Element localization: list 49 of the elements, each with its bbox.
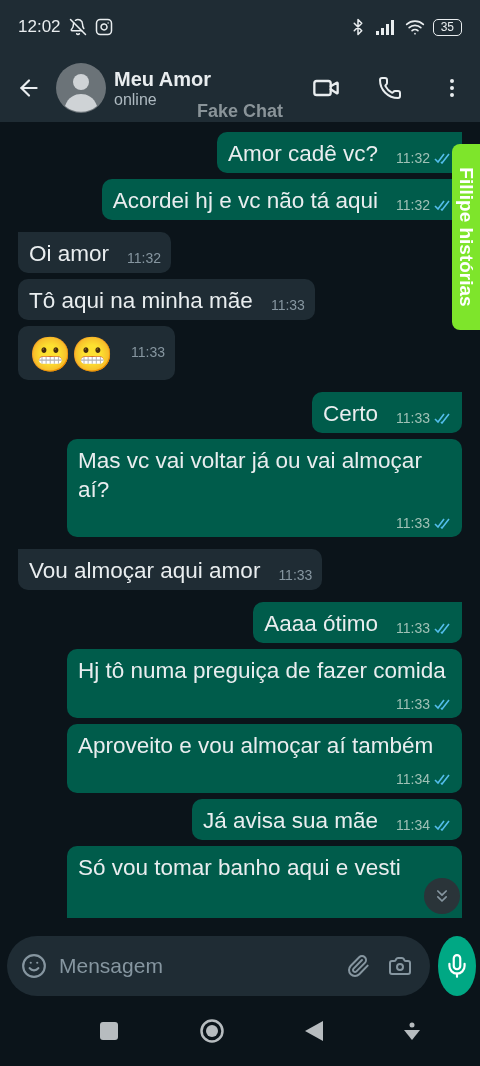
phone-icon[interactable]: [378, 76, 402, 100]
mic-button[interactable]: [438, 936, 476, 996]
contact-name[interactable]: Meu Amor: [114, 67, 280, 91]
double-check-icon: [434, 152, 452, 164]
message-time: 11:33: [396, 514, 452, 532]
message-time: 11:32: [396, 149, 452, 167]
message-time: 11:33: [396, 409, 452, 427]
message-text: Tô aqui na minha mãe: [29, 287, 253, 315]
status-time: 12:02: [18, 17, 61, 37]
message-time: 11:33: [396, 619, 452, 637]
message-time: 11:32: [127, 249, 161, 267]
double-check-icon: [434, 698, 452, 710]
instagram-icon: [94, 18, 113, 36]
message-input[interactable]: Mensagem: [57, 953, 332, 979]
contact-status: online: [114, 90, 158, 109]
message-text: Já avisa sua mãe: [202, 807, 378, 835]
message-time: 11:33: [278, 566, 313, 584]
message-text: Amor cadê vc?: [227, 140, 378, 168]
overlay-label: Fake Chat: [196, 101, 284, 122]
message-time: 11:34: [396, 770, 452, 788]
wifi-icon: [404, 17, 425, 37]
message-time: 11:33: [270, 296, 305, 314]
double-check-icon: [434, 199, 452, 211]
message-text: Só vou tomar banho aqui e vesti: [78, 855, 401, 880]
double-check-icon: [434, 819, 452, 831]
signal-icon: [374, 19, 397, 35]
message-text: Certo: [322, 400, 378, 428]
side-tag: Fillipe histórias: [452, 144, 480, 330]
double-check-icon: [434, 517, 452, 529]
message-text: Aaaa ótimo: [264, 610, 378, 638]
message-text: Hj tô numa preguiça de fazer comida: [78, 657, 446, 685]
double-check-icon: [434, 622, 452, 634]
message-time: 11:32: [396, 196, 452, 214]
message-time: 11:33: [396, 695, 452, 713]
emoji-icon[interactable]: [21, 953, 47, 979]
message-field[interactable]: Mensagem: [7, 936, 430, 996]
message-time: 11:34: [396, 816, 452, 834]
message-text: Aproveito e vou almoçar aí também: [78, 732, 434, 760]
message-text: Mas vc vai voltar já ou vai almoçar aí?: [78, 447, 423, 504]
avatar-icon[interactable]: [56, 63, 106, 113]
message-text: Vou almoçar aqui amor: [29, 557, 261, 585]
battery-icon: 35: [432, 18, 462, 36]
double-check-icon: [434, 412, 452, 424]
double-check-icon: [434, 773, 452, 785]
message-text: Oi amor: [29, 240, 109, 268]
emoji-text: 😬😬: [29, 334, 113, 374]
message-time: 11:33: [131, 343, 165, 361]
message-text: Acordei hj e vc não tá aqui: [112, 187, 378, 215]
bell-off-icon: [68, 18, 87, 36]
